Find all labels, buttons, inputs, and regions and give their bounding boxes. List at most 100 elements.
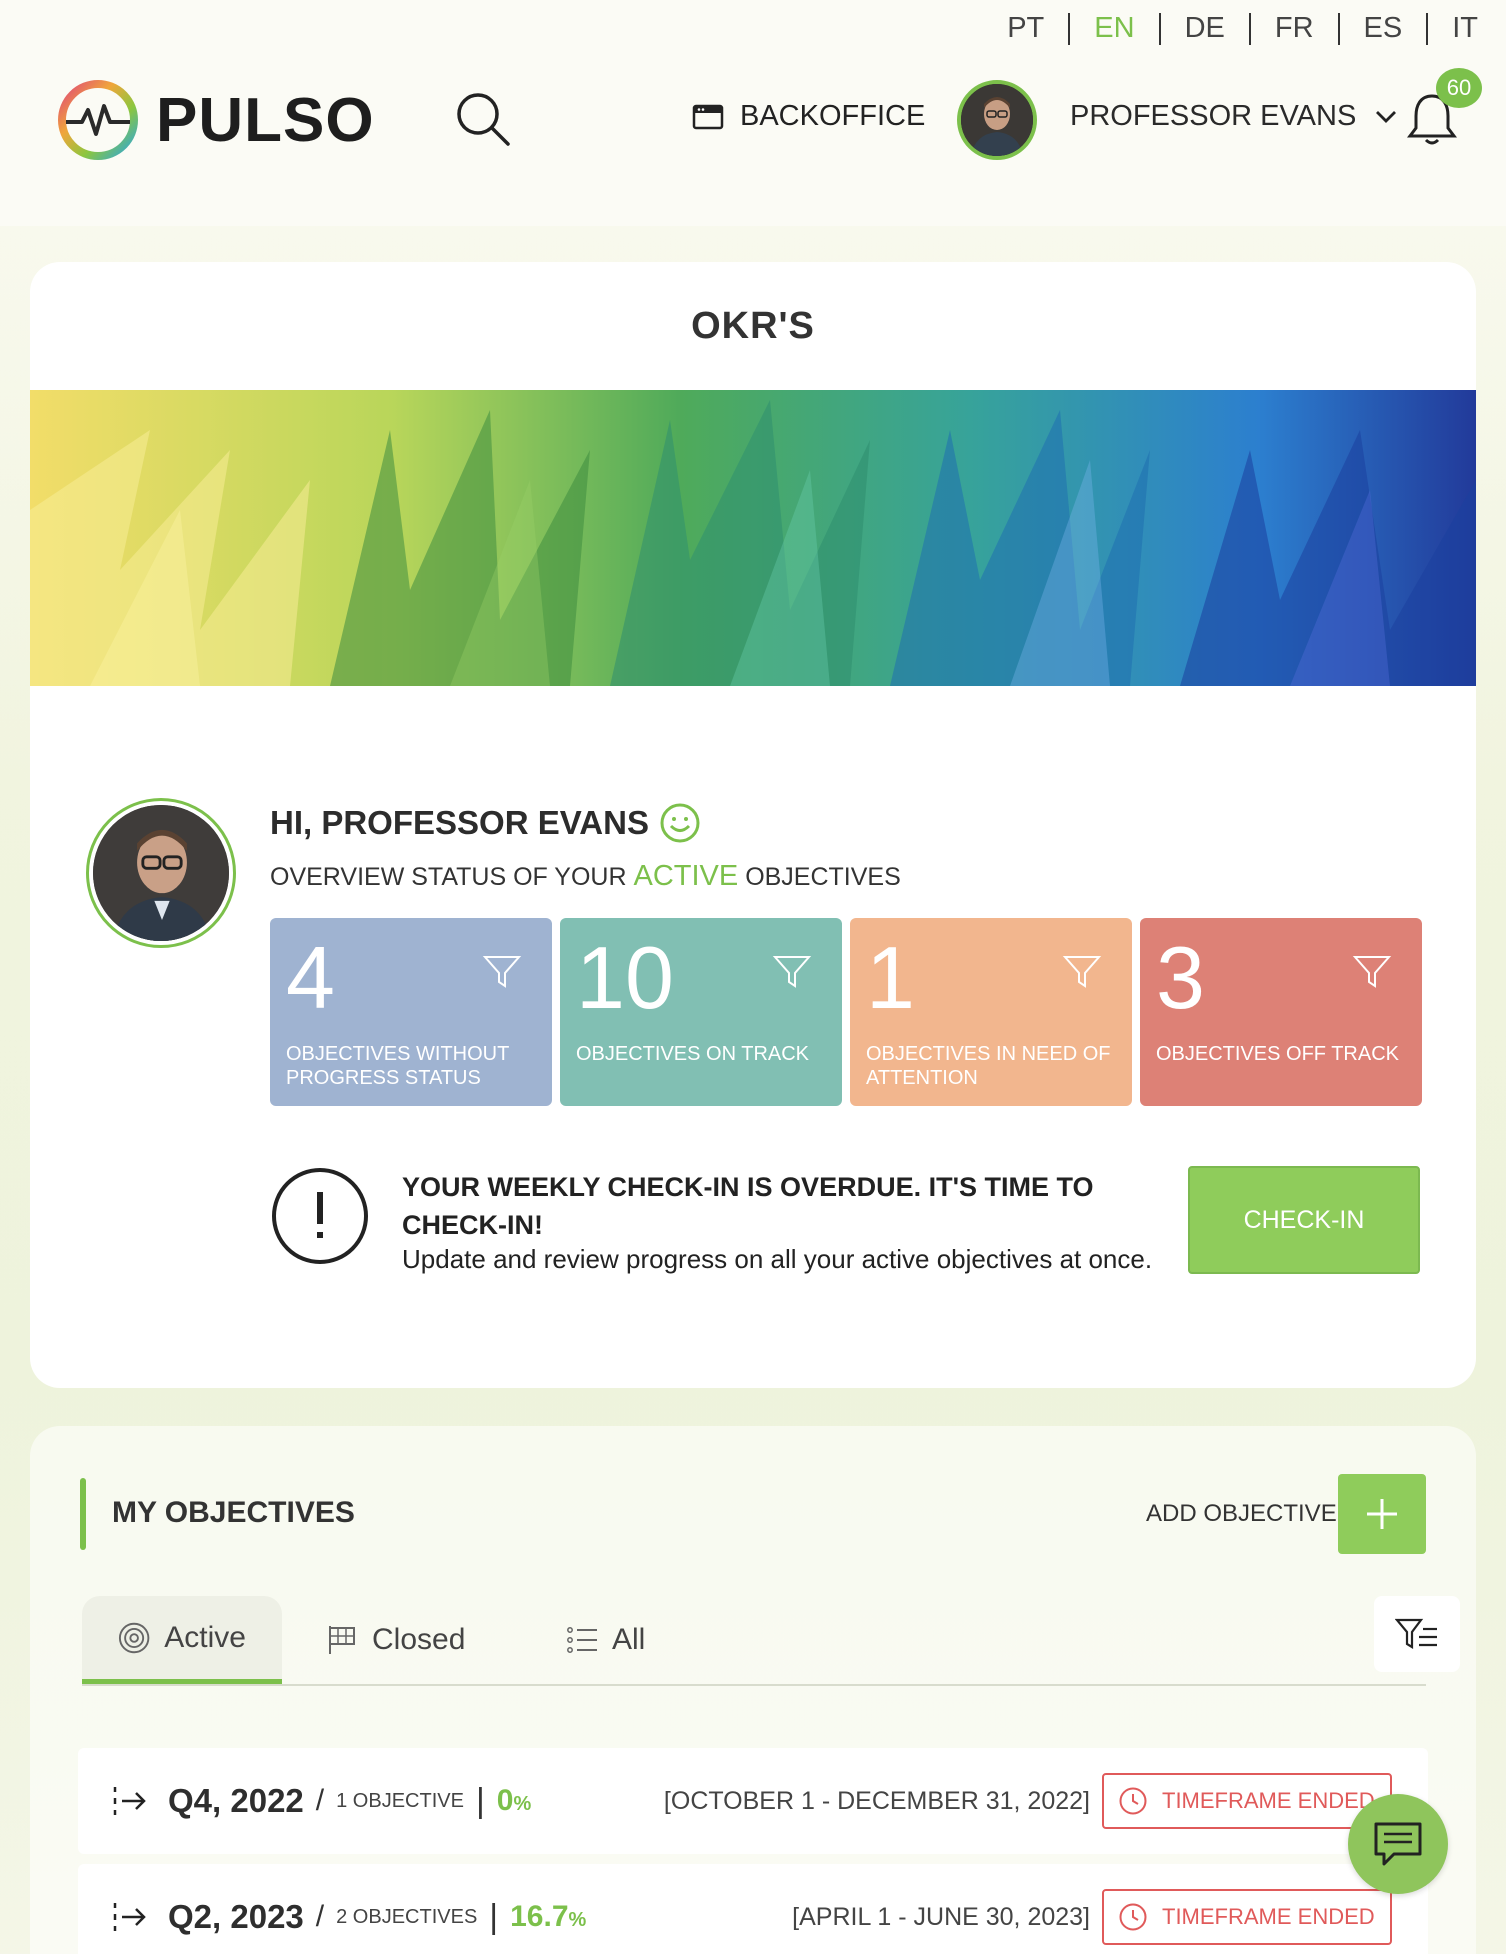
stat-label: OBJECTIVES OFF TRACK <box>1156 1043 1399 1065</box>
target-icon <box>118 1622 150 1653</box>
checkin-alert-subtitle: Update and review progress on all your a… <box>402 1244 1153 1274</box>
tab-label: All <box>612 1623 646 1656</box>
quarter-label: Q4, 2022 <box>168 1782 304 1819</box>
checkin-alert-title: YOUR WEEKLY CHECK-IN IS OVERDUE. IT'S TI… <box>402 1172 1094 1240</box>
expand-arrow-icon <box>113 1903 146 1931</box>
window-icon <box>692 104 724 129</box>
tab-label: Active <box>164 1620 246 1654</box>
pulse-logo-icon <box>58 80 138 160</box>
overview-suffix: OBJECTIVES <box>745 863 901 891</box>
greeting-text: HI, PROFESSOR EVANS <box>270 804 649 841</box>
objective-count: 2 OBJECTIVES <box>336 1905 478 1928</box>
chat-button[interactable] <box>1348 1794 1448 1894</box>
status-stats: 4 OBJECTIVES WITHOUT PROGRESS STATUS 10 … <box>270 918 1422 1106</box>
colorful-banner-image <box>30 390 1476 686</box>
lang-separator <box>1426 12 1429 45</box>
stat-label: OBJECTIVES IN NEED OF ATTENTION <box>866 1043 1111 1089</box>
chevron-down-icon <box>1376 110 1397 123</box>
clock-icon <box>1119 1903 1147 1931</box>
notification-badge: 60 <box>1436 68 1482 108</box>
quarter-row[interactable]: Q4, 2022 / 1 OBJECTIVE | 0% [OCTOBER 1 -… <box>78 1748 1428 1854</box>
lang-de[interactable]: DE <box>1185 12 1225 45</box>
stat-label: OBJECTIVES ON TRACK <box>576 1043 810 1065</box>
user-photo-icon <box>961 84 1033 156</box>
profile-avatar <box>86 798 236 948</box>
user-name: PROFESSOR EVANS <box>1070 100 1357 132</box>
language-switcher: PT EN DE FR ES IT <box>1007 12 1478 45</box>
tab-closed[interactable]: Closed <box>326 1596 465 1684</box>
lang-separator <box>1158 12 1161 45</box>
filter-icon <box>1352 956 1392 988</box>
plus-icon <box>1367 1499 1397 1529</box>
avatar[interactable] <box>957 80 1037 160</box>
date-range: [OCTOBER 1 - DECEMBER 31, 2022] <box>663 1786 1090 1815</box>
lang-pt[interactable]: PT <box>1007 12 1044 45</box>
lang-en[interactable]: EN <box>1094 12 1134 45</box>
lang-separator <box>1337 12 1340 45</box>
user-photo-icon <box>93 805 229 941</box>
filter-icon <box>1062 956 1102 988</box>
overview-subtitle: OVERVIEW STATUS OF YOUR ACTIVE OBJECTIVE… <box>270 860 901 893</box>
user-menu[interactable]: PROFESSOR EVANS <box>1070 100 1398 133</box>
stat-card-no-status[interactable]: 4 OBJECTIVES WITHOUT PROGRESS STATUS <box>270 918 552 1106</box>
backoffice-link[interactable]: BACKOFFICE <box>692 100 925 133</box>
expand-arrow-icon <box>113 1787 146 1815</box>
section-accent-bar <box>80 1478 86 1550</box>
stat-card-attention[interactable]: 1 OBJECTIVES IN NEED OF ATTENTION <box>850 918 1132 1106</box>
lang-es[interactable]: ES <box>1364 12 1403 45</box>
flag-icon <box>329 1626 355 1654</box>
status-label: TIMEFRAME ENDED <box>1162 1904 1375 1929</box>
checkin-button[interactable]: CHECK-IN <box>1188 1166 1420 1274</box>
filter-icon <box>772 956 812 988</box>
tab-all[interactable]: All <box>566 1596 645 1684</box>
clock-icon <box>1119 1787 1147 1815</box>
list-icon <box>567 1627 597 1653</box>
search-icon[interactable] <box>454 90 512 148</box>
lang-separator <box>1248 12 1251 45</box>
lang-separator <box>1068 12 1071 45</box>
smiley-icon <box>660 803 700 843</box>
filter-icon <box>482 956 522 988</box>
date-range: [APRIL 1 - JUNE 30, 2023] <box>792 1902 1090 1931</box>
status-label: TIMEFRAME ENDED <box>1162 1788 1375 1813</box>
tab-active[interactable]: Active <box>82 1596 282 1684</box>
stat-card-off-track[interactable]: 3 OBJECTIVES OFF TRACK <box>1140 918 1422 1106</box>
separator-pipe: | <box>475 1781 485 1820</box>
top-bar: PT EN DE FR ES IT PULSO BACKOFFICE PROFE… <box>0 0 1506 226</box>
progress-percent: 16.7% <box>510 1900 586 1934</box>
page-title: OKR'S <box>691 304 815 347</box>
lang-fr[interactable]: FR <box>1275 12 1314 45</box>
status-badge: TIMEFRAME ENDED <box>1102 1773 1392 1829</box>
tab-label: Closed <box>372 1623 466 1656</box>
progress-percent: 0% <box>497 1784 531 1818</box>
filter-options-button[interactable] <box>1374 1596 1460 1672</box>
status-badge: TIMEFRAME ENDED <box>1102 1889 1392 1945</box>
my-objectives-card: MY OBJECTIVES ADD OBJECTIVE Active Close… <box>30 1426 1476 1954</box>
filter-list-icon <box>1395 1618 1437 1649</box>
percent-value: 16.7 <box>510 1900 569 1933</box>
backoffice-label: BACKOFFICE <box>740 100 926 132</box>
greeting-heading: HI, PROFESSOR EVANS <box>270 802 701 844</box>
objective-count: 1 OBJECTIVE <box>336 1789 464 1812</box>
percent-unit: % <box>513 1793 532 1815</box>
percent-unit: % <box>568 1909 587 1931</box>
okr-overview-card: OKR'S HI, PROFESSOR EVANS OVERVIEW STATU… <box>30 262 1476 1388</box>
add-objective-button[interactable] <box>1338 1474 1426 1554</box>
brand-name: PULSO <box>156 85 375 155</box>
quarter-row[interactable]: Q2, 2023 / 2 OBJECTIVES | 16.7% [APRIL 1… <box>78 1864 1428 1954</box>
exclamation-icon <box>272 1168 368 1264</box>
overview-highlight: ACTIVE <box>633 860 739 892</box>
stat-card-on-track[interactable]: 10 OBJECTIVES ON TRACK <box>560 918 842 1106</box>
stat-label: OBJECTIVES WITHOUT PROGRESS STATUS <box>286 1043 509 1089</box>
objectives-tabs: Active Closed All <box>82 1596 1426 1686</box>
separator-slash: / <box>315 1784 325 1817</box>
quarter-label: Q2, 2023 <box>168 1898 304 1935</box>
separator-pipe: | <box>489 1897 499 1936</box>
brand-logo[interactable]: PULSO <box>54 76 375 164</box>
percent-value: 0 <box>496 1784 514 1817</box>
chat-icon <box>1374 1822 1422 1866</box>
separator-slash: / <box>315 1900 325 1933</box>
section-title: MY OBJECTIVES <box>112 1496 355 1529</box>
overview-prefix: OVERVIEW STATUS OF YOUR <box>270 863 627 891</box>
lang-it[interactable]: IT <box>1452 12 1478 45</box>
